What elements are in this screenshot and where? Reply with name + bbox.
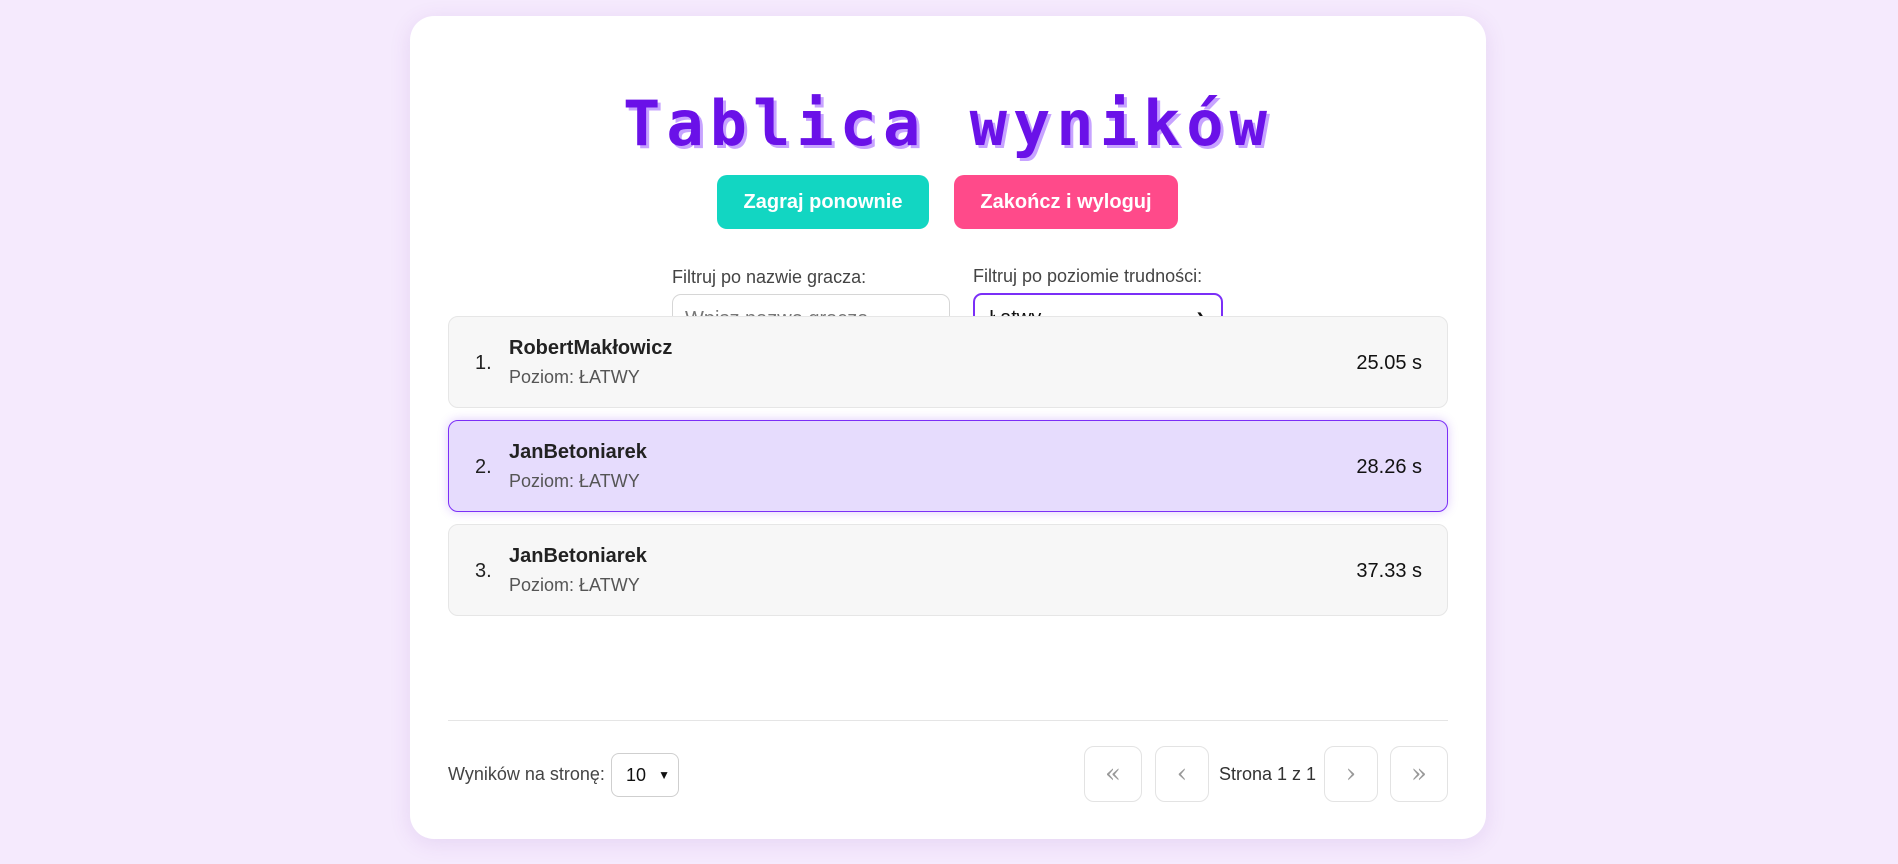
divider — [448, 720, 1448, 721]
leaderboard-card: Tablica wyników Zagraj ponownie Zakończ … — [410, 16, 1486, 839]
next-page-button[interactable]: › — [1324, 746, 1378, 802]
result-level: Poziom: ŁATWY — [509, 575, 640, 595]
per-page-value: 10 — [626, 764, 647, 785]
level-filter-label: Filtruj po poziomie trudności: — [973, 266, 1203, 286]
result-rank: 2. — [475, 456, 492, 478]
page-title: Tablica wyników — [623, 87, 1273, 160]
result-row-highlighted: 2. JanBetoniarek Poziom: ŁATWY 28.26 s — [448, 420, 1448, 512]
page-info: Strona 1 z 1 — [1219, 764, 1317, 784]
name-filter-label: Filtruj po nazwie gracza: — [672, 267, 867, 287]
play-again-button[interactable]: Zagraj ponownie — [717, 175, 929, 229]
chevron-down-icon: ▼ — [658, 768, 670, 782]
result-time: 28.26 s — [1356, 456, 1422, 478]
result-player-name: JanBetoniarek — [509, 545, 647, 567]
result-row: 3. JanBetoniarek Poziom: ŁATWY 37.33 s — [448, 524, 1448, 616]
result-time: 37.33 s — [1356, 560, 1422, 582]
first-page-button[interactable]: « — [1084, 746, 1142, 802]
previous-page-button[interactable]: ‹ — [1155, 746, 1209, 802]
result-rank: 3. — [475, 560, 492, 582]
finish-logout-button[interactable]: Zakończ i wyloguj — [954, 175, 1178, 229]
result-time: 25.05 s — [1356, 352, 1422, 374]
result-player-name: JanBetoniarek — [509, 441, 647, 463]
result-row: 1. RobertMakłowicz Poziom: ŁATWY 25.05 s — [448, 316, 1448, 408]
result-level: Poziom: ŁATWY — [509, 367, 640, 387]
result-rank: 1. — [475, 352, 492, 374]
result-player-name: RobertMakłowicz — [509, 337, 673, 359]
last-page-button[interactable]: » — [1390, 746, 1448, 802]
per-page-select[interactable]: 10 ▼ — [611, 753, 679, 797]
result-level: Poziom: ŁATWY — [509, 471, 640, 491]
per-page-label: Wyników na stronę: — [448, 764, 605, 784]
